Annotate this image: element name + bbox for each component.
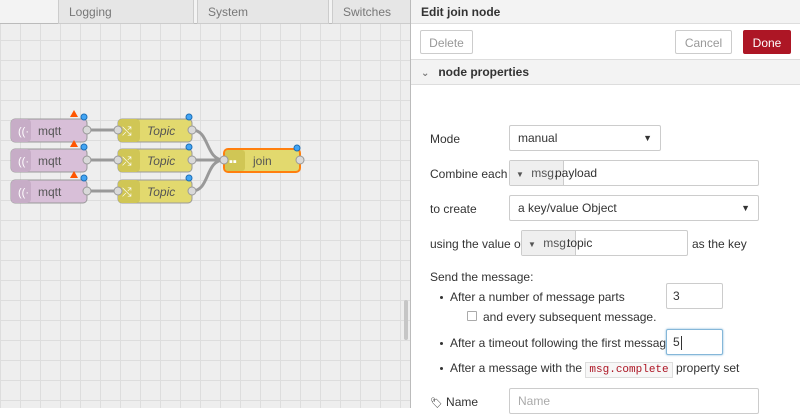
complete-code: msg.complete: [585, 362, 673, 378]
node-properties-section-header[interactable]: ⌄ node properties: [411, 60, 800, 85]
output-port[interactable]: [82, 125, 92, 135]
mqtt-node[interactable]: ((· mqtt: [10, 110, 92, 143]
key-label-after: as the key: [692, 237, 747, 251]
output-port[interactable]: [187, 155, 197, 165]
output-port[interactable]: [187, 186, 197, 196]
node-editor-panel: Edit join node Delete Cancel Done ⌄ node…: [410, 0, 800, 414]
send-label: Send the message:: [430, 270, 534, 284]
mqtt-icon: ((·: [18, 156, 29, 168]
mqtt-node[interactable]: ((· mqtt: [10, 171, 92, 204]
node-label: mqtt: [38, 124, 62, 138]
changed-indicator-icon: [293, 144, 301, 152]
name-placeholder: Name: [518, 394, 551, 408]
shuffle-icon: ⤭: [122, 124, 132, 138]
wire: [191, 128, 225, 162]
editor-title: Edit join node: [411, 0, 800, 24]
complete-label-after: property set: [675, 361, 740, 375]
timeout-value: 5: [673, 335, 680, 349]
name-input[interactable]: Name: [509, 388, 759, 414]
input-port[interactable]: [113, 125, 123, 135]
node-label: join: [252, 154, 272, 168]
combine-label: Combine each: [430, 167, 508, 181]
delete-button[interactable]: Delete: [420, 30, 473, 54]
topic-node[interactable]: ⤭ Topic: [113, 113, 197, 143]
combine-type-label: msg.: [531, 166, 558, 180]
combine-value: payload: [555, 166, 598, 180]
key-label-before: using the value of: [430, 237, 525, 251]
changed-indicator-icon: [80, 174, 88, 182]
editor-toolbar: Delete Cancel Done: [411, 24, 800, 60]
mqtt-icon: ((·: [18, 187, 29, 199]
flow-workspace[interactable]: Logging System Switches ((· mqtt ((· mqt…: [0, 0, 410, 408]
shuffle-icon: ⤭: [122, 185, 132, 199]
parts-count-value: 3: [673, 289, 680, 303]
dropdown-arrow-icon: ▼: [643, 133, 652, 143]
create-value: a key/value Object: [518, 201, 617, 215]
warning-icon: [70, 110, 78, 117]
key-value: topic: [567, 236, 593, 250]
mode-select[interactable]: manual ▼: [509, 125, 661, 151]
output-port[interactable]: [82, 155, 92, 165]
changed-indicator-icon: [185, 143, 193, 151]
subsequent-checkbox[interactable]: [467, 311, 477, 321]
changed-indicator-icon: [80, 143, 88, 151]
combine-typed-input[interactable]: ▼ msg. payload: [509, 160, 759, 186]
subsequent-label: and every subsequent message.: [483, 310, 657, 324]
node-label: Topic: [147, 154, 175, 168]
caret-down-icon: ▼: [516, 170, 524, 179]
node-label: mqtt: [38, 185, 62, 199]
changed-indicator-icon: [80, 113, 88, 121]
topic-node[interactable]: ⤭ Topic: [113, 143, 197, 173]
input-port[interactable]: [113, 155, 123, 165]
section-title: node properties: [438, 65, 530, 79]
changed-indicator-icon: [185, 113, 193, 121]
name-label: 🏷 Name: [430, 395, 478, 409]
chevron-down-icon: ⌄: [421, 68, 430, 79]
output-port[interactable]: [295, 155, 305, 165]
complete-label: After a message with the msg.complete pr…: [439, 361, 740, 378]
wire: [191, 158, 225, 193]
dropdown-arrow-icon: ▼: [741, 203, 750, 213]
join-node[interactable]: ▪▪ join: [219, 144, 305, 173]
complete-label-before: After a message with the: [450, 361, 583, 375]
timeout-input[interactable]: 5: [666, 329, 723, 355]
parts-label: After a number of message parts: [440, 290, 625, 304]
topic-node[interactable]: ⤭ Topic: [113, 174, 197, 204]
parts-count-input[interactable]: 3: [666, 283, 723, 309]
input-port[interactable]: [219, 155, 229, 165]
node-label: Topic: [147, 185, 175, 199]
mode-label: Mode: [430, 132, 461, 146]
join-icon: ▪▪: [229, 156, 237, 168]
create-label: to create: [430, 202, 477, 216]
text-cursor: [680, 335, 682, 350]
splitter-handle[interactable]: [404, 300, 408, 340]
timeout-label: After a timeout following the first mess…: [440, 336, 673, 350]
changed-indicator-icon: [185, 174, 193, 182]
name-label-text: Name: [446, 395, 479, 409]
node-label: Topic: [147, 124, 175, 138]
node-label: mqtt: [38, 154, 62, 168]
mqtt-icon: ((·: [18, 126, 29, 138]
flow-canvas: ((· mqtt ((· mqtt ((· mqtt ⤭ Topic ⤭ Top…: [10, 110, 305, 204]
tag-icon: 🏷: [430, 398, 443, 409]
input-port[interactable]: [113, 186, 123, 196]
shuffle-icon: ⤭: [122, 154, 132, 168]
cancel-button[interactable]: Cancel: [675, 30, 732, 54]
create-select[interactable]: a key/value Object ▼: [509, 195, 759, 221]
mqtt-node[interactable]: ((· mqtt: [10, 140, 92, 173]
key-type-label: msg.: [543, 236, 570, 250]
done-button[interactable]: Done: [743, 30, 791, 54]
output-port[interactable]: [82, 186, 92, 196]
output-port[interactable]: [187, 125, 197, 135]
caret-down-icon: ▼: [528, 240, 536, 249]
mode-value: manual: [518, 131, 558, 145]
key-typed-input[interactable]: ▼ msg. topic: [521, 230, 688, 256]
